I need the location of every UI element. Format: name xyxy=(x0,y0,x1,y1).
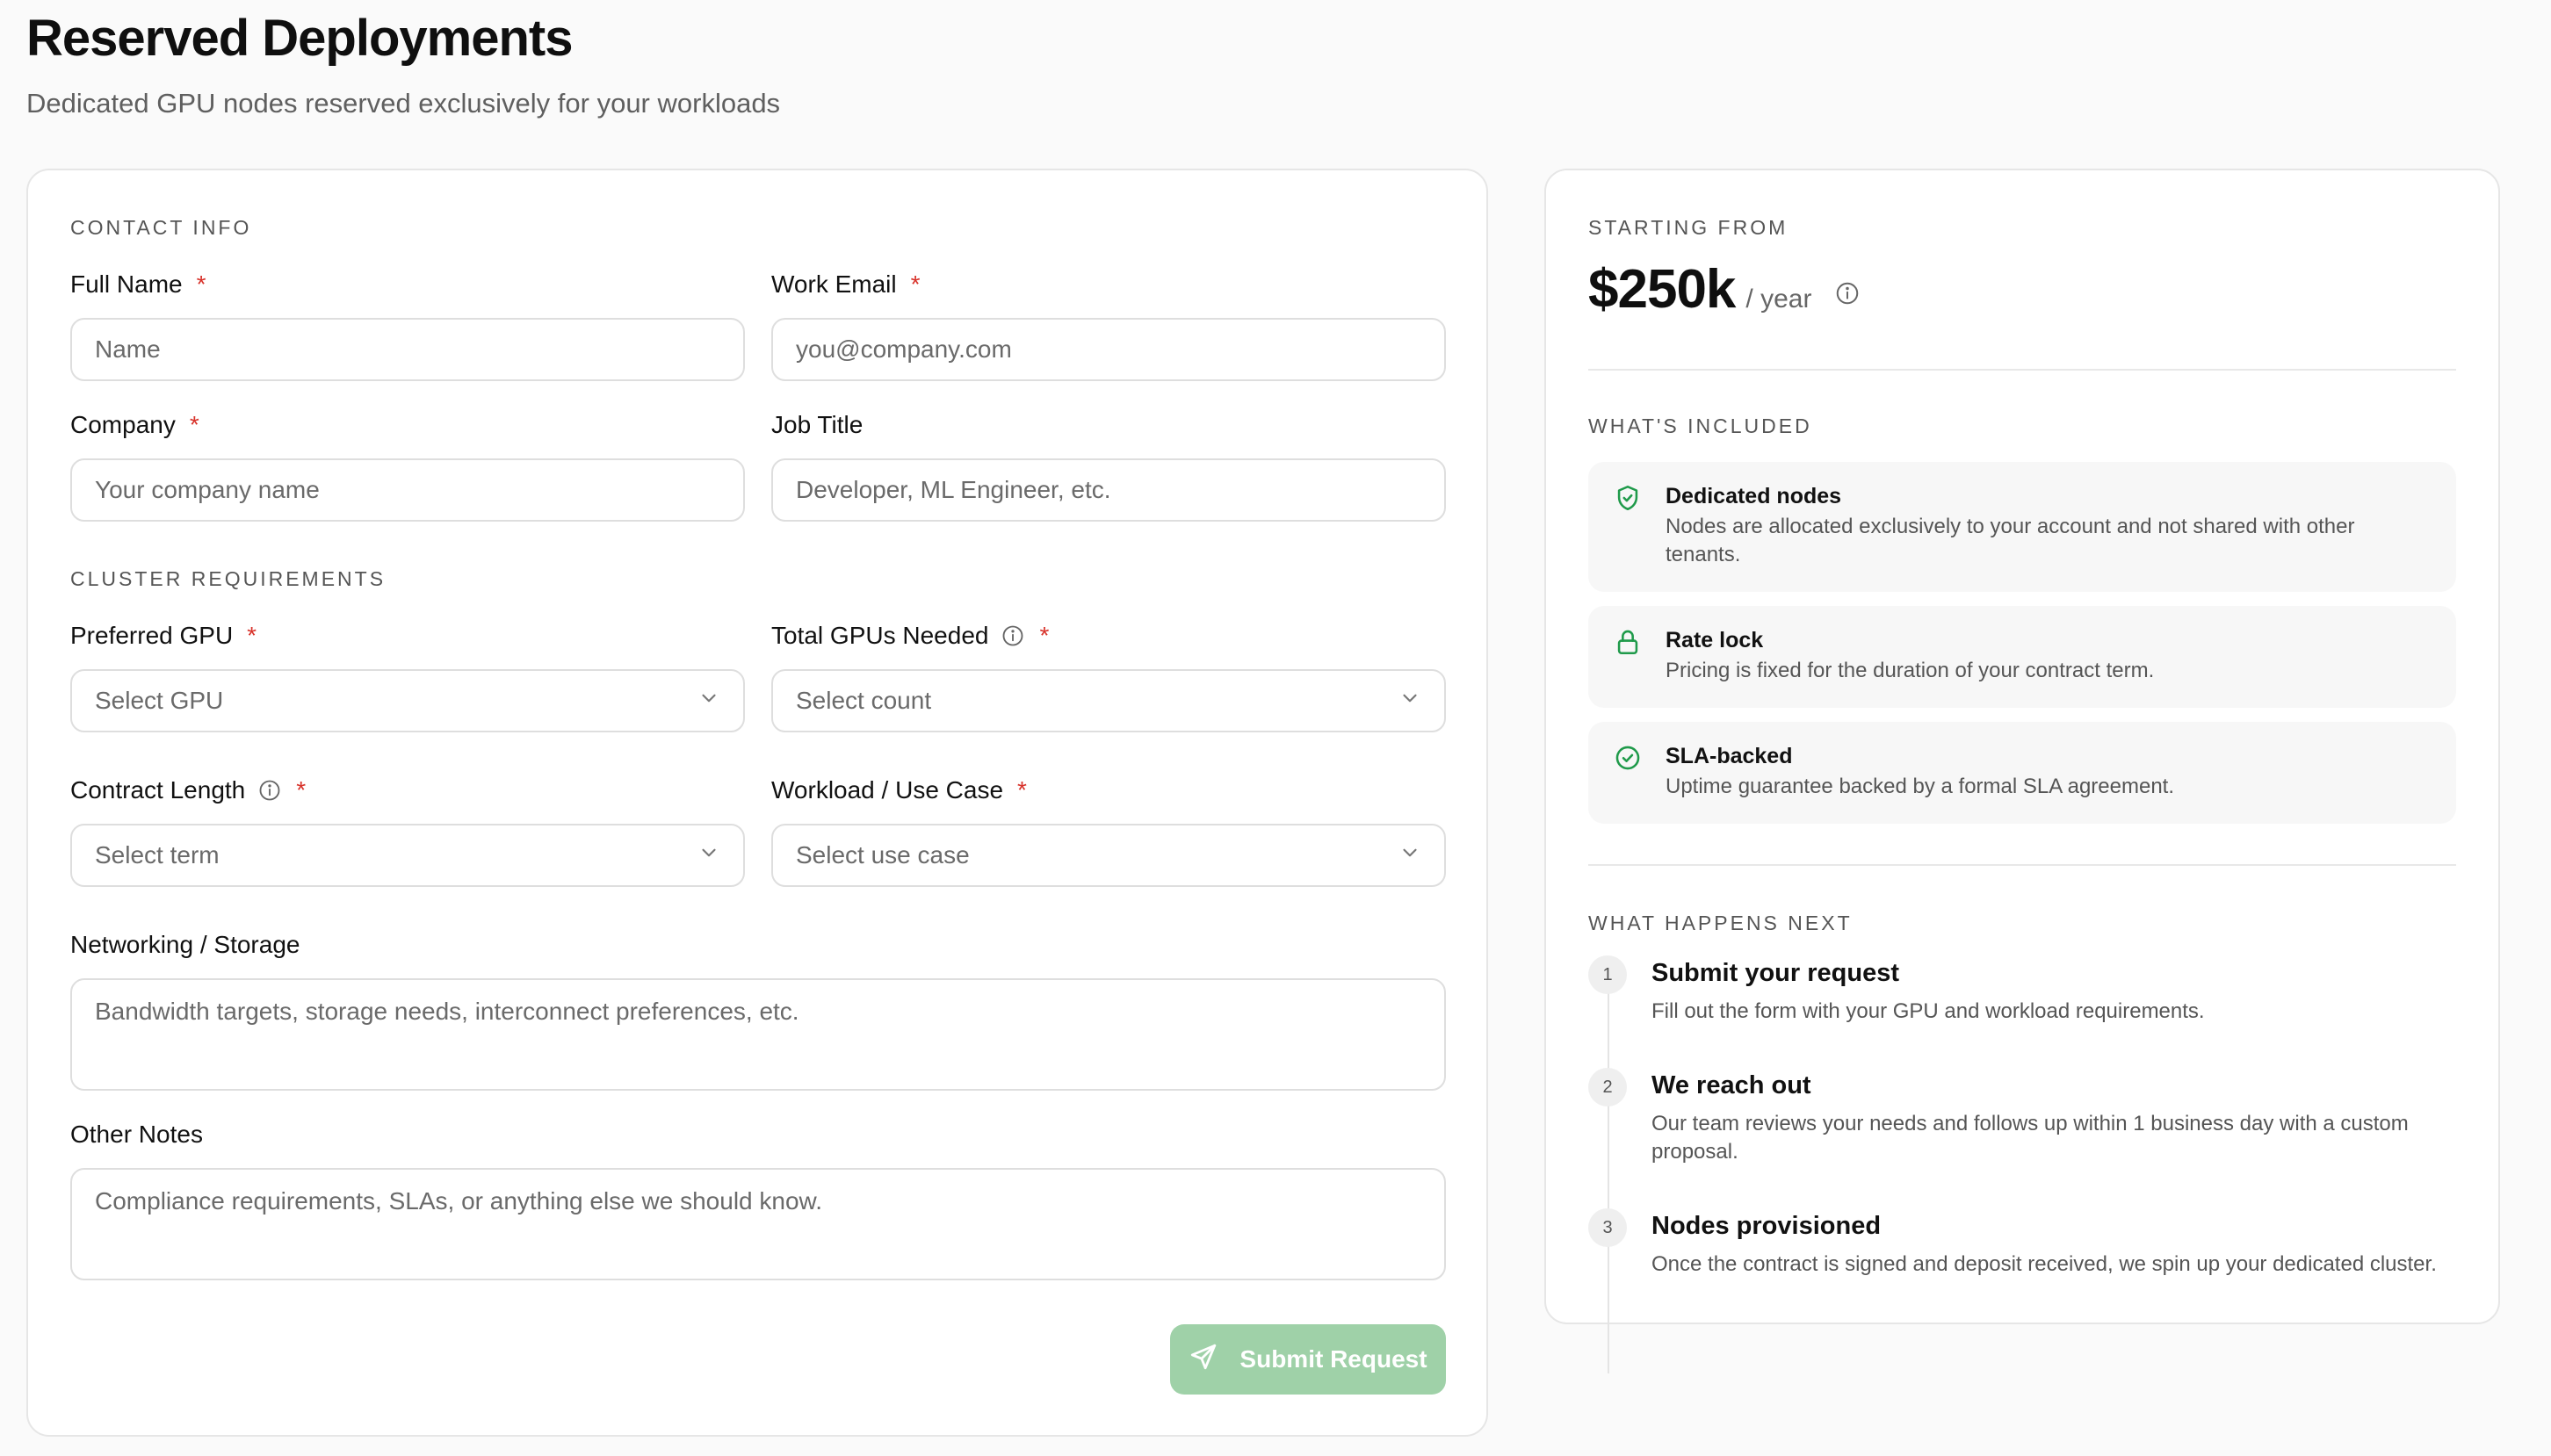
total-gpus-label: Total GPUs Needed * xyxy=(771,622,1050,649)
company-input[interactable]: Your company name xyxy=(70,458,745,522)
what-happens-next-label: WHAT HAPPENS NEXT xyxy=(1588,912,1853,934)
chevron-down-icon xyxy=(1398,687,1421,716)
total-gpus-select[interactable]: Select count xyxy=(771,669,1446,732)
job-title-input[interactable]: Developer, ML Engineer, etc. xyxy=(771,458,1446,522)
networking-label: Networking / Storage xyxy=(70,931,300,958)
info-icon[interactable] xyxy=(1834,280,1861,306)
required-marker: * xyxy=(296,776,307,804)
chevron-down-icon xyxy=(1398,841,1421,870)
section-label-contact: CONTACT INFO xyxy=(70,216,252,239)
section-label-cluster: CLUSTER REQUIREMENTS xyxy=(70,567,387,590)
required-marker: * xyxy=(189,411,199,438)
preferred-gpu-label: Preferred GPU * xyxy=(70,622,257,649)
work-email-label: Work Email * xyxy=(771,270,921,298)
networking-textarea[interactable]: Bandwidth targets, storage needs, interc… xyxy=(70,978,1446,1091)
price-row: $250k / year xyxy=(1588,258,1861,321)
workload-select[interactable]: Select use case xyxy=(771,824,1446,887)
submit-button[interactable]: Submit Request xyxy=(1170,1324,1446,1395)
starting-from-label: STARTING FROM xyxy=(1588,216,1789,239)
feature-rate-lock: Rate lock Pricing is fixed for the durat… xyxy=(1588,606,2456,708)
preferred-gpu-select[interactable]: Select GPU xyxy=(70,669,745,732)
step-submit-request: 1 Submit your request Fill out the form … xyxy=(1588,955,2467,1026)
steps-connector xyxy=(1608,987,1609,1373)
page-title: Reserved Deployments xyxy=(26,10,573,67)
job-title-label: Job Title xyxy=(771,411,864,438)
info-icon[interactable] xyxy=(1001,623,1025,648)
contract-length-label: Contract Length * xyxy=(70,776,307,804)
step-number: 2 xyxy=(1588,1068,1627,1106)
shield-check-icon xyxy=(1613,483,1643,517)
required-marker: * xyxy=(910,270,921,298)
feature-dedicated-nodes: Dedicated nodes Nodes are allocated excl… xyxy=(1588,462,2456,592)
chevron-down-icon xyxy=(697,687,720,716)
required-marker: * xyxy=(1017,776,1027,804)
step-number: 3 xyxy=(1588,1208,1627,1247)
request-form: CONTACT INFO Full Name * Name Work Email… xyxy=(26,169,1488,1437)
pricing-card: STARTING FROM $250k / year WHAT'S INCLUD… xyxy=(1544,169,2500,1373)
required-marker: * xyxy=(247,622,257,649)
company-label: Company * xyxy=(70,411,199,438)
contract-length-select[interactable]: Select term xyxy=(70,824,745,887)
check-circle-icon xyxy=(1613,743,1643,777)
chevron-down-icon xyxy=(697,841,720,870)
price-value: $250k xyxy=(1588,259,1736,320)
other-notes-label: Other Notes xyxy=(70,1121,203,1148)
required-marker: * xyxy=(1039,622,1050,649)
step-we-reach-out: 2 We reach out Our team reviews your nee… xyxy=(1588,1068,2467,1166)
page: Reserved Deployments Dedicated GPU nodes… xyxy=(0,0,2551,1456)
whats-included-label: WHAT'S INCLUDED xyxy=(1588,414,1812,437)
other-notes-textarea[interactable]: Compliance requirements, SLAs, or anythi… xyxy=(70,1168,1446,1280)
work-email-input[interactable]: you@company.com xyxy=(771,318,1446,381)
divider xyxy=(1588,369,2456,371)
page-subtitle: Dedicated GPU nodes reserved exclusively… xyxy=(26,88,781,119)
lock-icon xyxy=(1613,627,1643,661)
full-name-input[interactable]: Name xyxy=(70,318,745,381)
step-number: 1 xyxy=(1588,955,1627,994)
full-name-label: Full Name * xyxy=(70,270,206,298)
send-icon xyxy=(1189,1342,1218,1378)
workload-label: Workload / Use Case * xyxy=(771,776,1027,804)
price-period: / year xyxy=(1745,285,1812,314)
required-marker: * xyxy=(196,270,206,298)
step-nodes-provisioned: 3 Nodes provisioned Once the contract is… xyxy=(1588,1208,2467,1279)
divider xyxy=(1588,864,2456,866)
info-icon[interactable] xyxy=(257,778,282,803)
feature-sla-backed: SLA-backed Uptime guarantee backed by a … xyxy=(1588,722,2456,824)
